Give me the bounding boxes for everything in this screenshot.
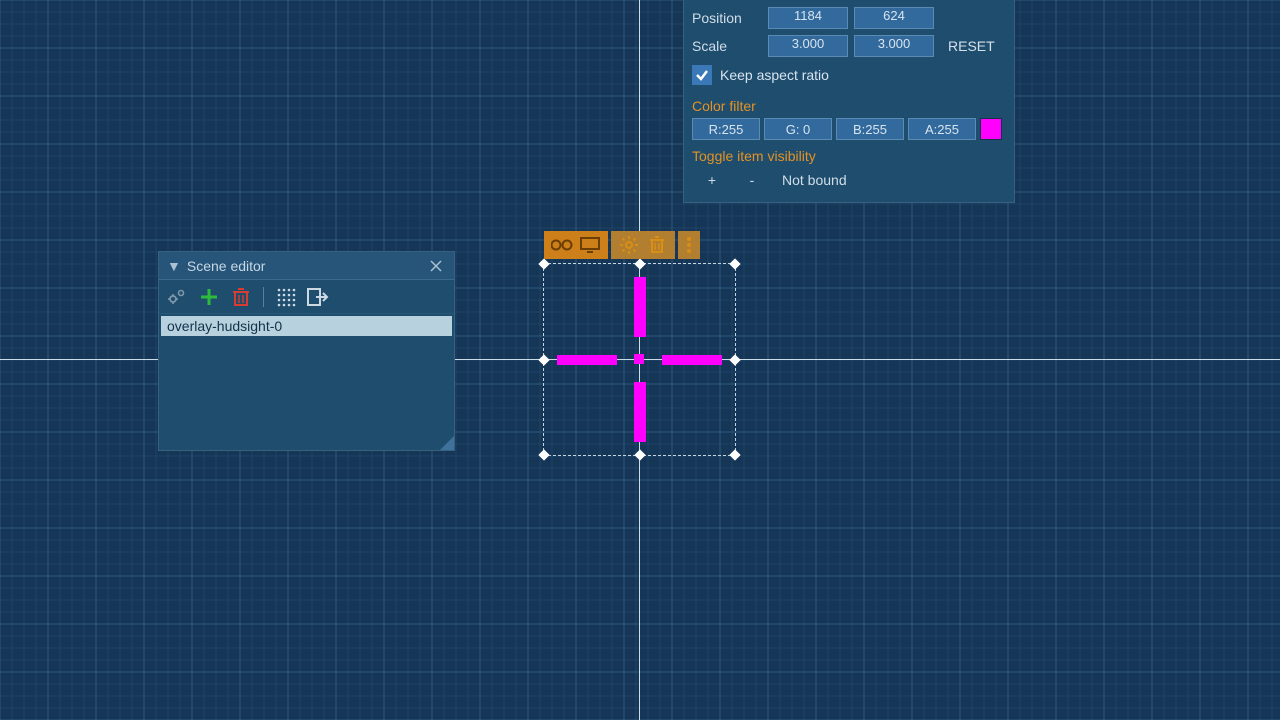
color-filter-label: Color filter (692, 98, 1006, 114)
scale-y-input[interactable]: 3.000 (854, 35, 934, 57)
visibility-binding-value: Not bound (782, 172, 847, 188)
scale-x-input[interactable]: 3.000 (768, 35, 848, 57)
visibility-section-label: Toggle item visibility (692, 148, 1006, 164)
trash-icon[interactable] (229, 285, 253, 309)
scene-editor-title: Scene editor (187, 258, 266, 274)
record-icon[interactable] (550, 233, 574, 257)
item-toolbar-group-active (544, 231, 608, 259)
scene-editor-toolbar (159, 280, 454, 314)
gear-icon[interactable] (617, 233, 641, 257)
keep-aspect-checkbox[interactable] (692, 65, 712, 85)
reset-button[interactable]: RESET (948, 38, 995, 54)
color-r-input[interactable]: R:255 (692, 118, 760, 140)
properties-panel: Position 1184 624 Scale 3.000 3.000 RESE… (683, 0, 1015, 203)
position-y-input[interactable]: 624 (854, 7, 934, 29)
grid-icon[interactable] (274, 285, 298, 309)
close-icon[interactable] (430, 260, 446, 272)
scene-editor-titlebar[interactable]: ▼ Scene editor (159, 252, 454, 280)
color-swatch[interactable] (980, 118, 1002, 140)
list-item[interactable]: overlay-hudsight-0 (161, 316, 452, 336)
toolbar-separator (263, 287, 264, 307)
more-icon[interactable] (682, 233, 696, 257)
triangle-down-icon: ▼ (167, 258, 181, 274)
item-toolbar-group-settings (611, 231, 675, 259)
color-b-input[interactable]: B:255 (836, 118, 904, 140)
gears-icon[interactable] (165, 285, 189, 309)
trash-icon[interactable] (645, 233, 669, 257)
position-x-input[interactable]: 1184 (768, 7, 848, 29)
scale-label: Scale (692, 38, 762, 54)
color-a-input[interactable]: A:255 (908, 118, 976, 140)
keep-aspect-label: Keep aspect ratio (720, 67, 829, 83)
display-icon[interactable] (578, 233, 602, 257)
position-label: Position (692, 10, 762, 26)
scene-items-list: overlay-hudsight-0 (159, 314, 454, 338)
export-icon[interactable] (306, 285, 330, 309)
color-g-input[interactable]: G: 0 (764, 118, 832, 140)
selection-bounding-box[interactable] (543, 263, 736, 456)
plus-icon[interactable] (197, 285, 221, 309)
item-toolbar (544, 231, 700, 259)
item-toolbar-group-more (678, 231, 700, 259)
panel-resize-handle[interactable] (440, 436, 454, 450)
visibility-plus-button[interactable]: + (702, 172, 722, 188)
scene-editor-panel[interactable]: ▼ Scene editor (158, 251, 455, 451)
visibility-minus-button[interactable]: - (742, 172, 762, 188)
